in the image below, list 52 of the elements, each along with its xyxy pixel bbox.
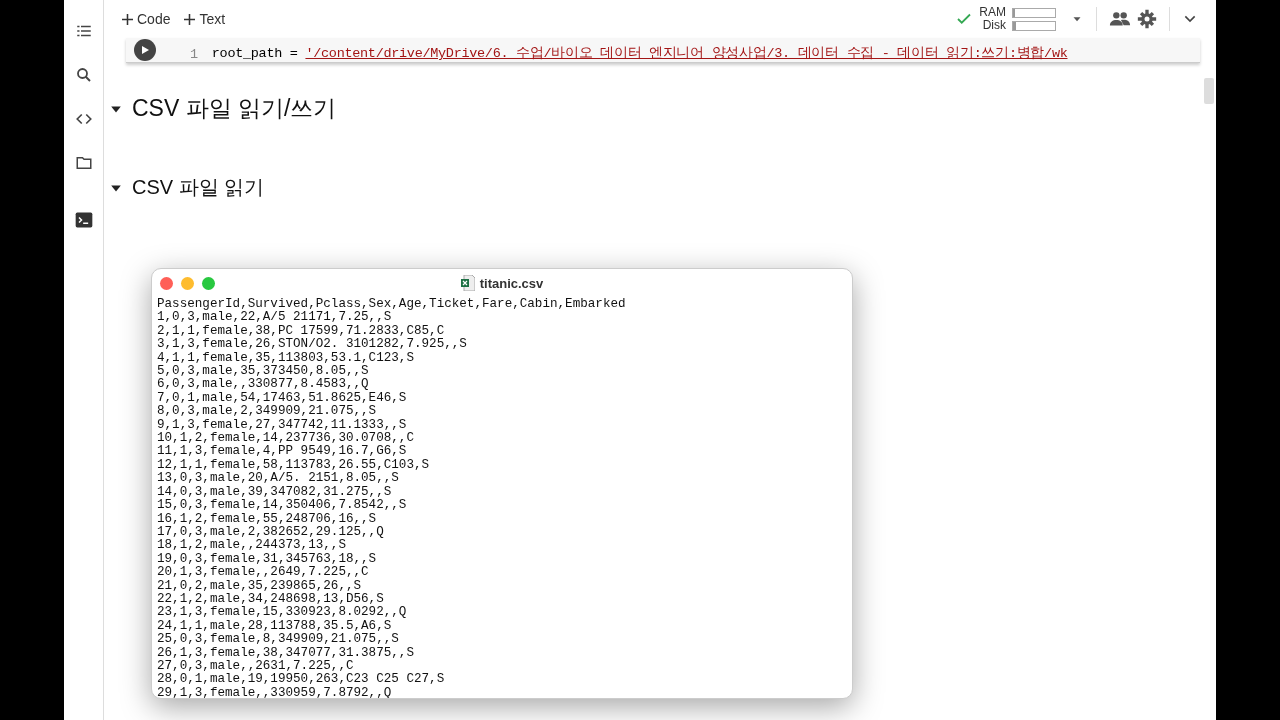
csv-line: 15,0,3,female,14,350406,7.8542,,S [157,499,407,513]
csv-line: PassengerId,Survived,Pclass,Sex,Age,Ticket,Fare,Cabin,Embarked [157,298,626,311]
search-icon[interactable] [74,66,93,84]
plus-icon [184,13,196,25]
csv-line: 3,1,3,female,26,STON/O2. 3101282,7.925,,S [157,338,467,352]
csv-line: 5,0,3,male,35,373450,8.05,,S [157,365,369,379]
csv-line: 10,1,2,female,14,237736,30.0708,,C [157,432,414,446]
csv-line: 9,1,3,female,27,347742,11.1333,,S [157,418,407,432]
usage-meter [1012,20,1056,31]
code-line: root_path = '/content/drive/MyDrive/6. 수업/바이오 데이터 엔지니어 양성사업/3. 데이터 수집 - 데이터 읽기:쓰기:병합/wk [211,45,1068,62]
spreadsheet-file-icon [460,275,475,291]
csv-line: 12,1,1,female,58,113783,26.55,C103,S [157,458,430,472]
csv-line: 22,1,2,male,34,248698,13,D56,S [157,592,384,606]
line-number: 1 [189,47,198,62]
csv-line: 25,0,3,female,8,349909,21.075,,S [157,633,399,647]
resource-label: RAM [979,6,1006,19]
csv-line: 4,1,1,female,35,113803,53.1,C123,S [157,351,414,365]
csv-line: 23,1,3,female,15,330923,8.0292,,Q [157,606,407,620]
csv-line: 2,1,1,female,38,PC 17599,71.2833,C85,C [157,324,445,338]
terminal-icon[interactable] [73,210,94,230]
section-heading: CSV 파일 읽기 [132,175,265,200]
csv-line: 29,1,3,female,,330959,7.8792,,Q [157,686,392,698]
play-icon [140,45,150,55]
usage-meter [1012,7,1056,18]
resource-label: Disk [981,19,1006,32]
csv-line: 27,0,3,male,,2631,7.225,,C [157,659,354,673]
plus-icon [122,13,133,25]
csv-line: 26,1,3,female,38,347077,31.3875,,S [157,646,414,660]
csv-line: 7,0,1,male,54,17463,51.8625,E46,S [157,391,407,405]
section-heading: CSV 파일 읽기/쓰기 [132,94,337,123]
close-button[interactable] [160,276,173,290]
csv-line: 19,0,3,female,31,345763,18,,S [157,552,377,566]
scrollbar-thumb[interactable] [1204,78,1214,104]
window-title: titanic.csv [479,275,544,291]
csv-line: 14,0,3,male,39,347082,31.275,,S [157,485,392,499]
settings-icon[interactable] [1137,9,1157,29]
csv-line: 17,0,3,male,2,382652,29.125,,Q [157,525,384,539]
csv-line: 11,1,3,female,4,PP 9549,16.7,G6,S [157,445,407,459]
csv-line: 20,1,3,female,,2649,7.225,,C [157,566,369,580]
csv-line: 1,0,3,male,22,A/5 21171,7.25,,S [157,311,392,325]
csv-line: 6,0,3,male,,330877,8.4583,,Q [157,378,369,392]
csv-line: 8,0,3,male,2,349909,21.075,,S [157,405,377,419]
run-button[interactable] [134,39,156,61]
add-cell-button[interactable]: Code [116,7,177,31]
csv-line: 21,0,2,male,35,239865,26,,S [157,579,362,593]
add-cell-button[interactable]: Text [178,7,232,31]
csv-line: 18,1,2,male,,244373,13,,S [157,539,346,553]
csv-line: 16,1,2,female,55,248706,16,,S [157,512,377,526]
csv-line: 28,0,1,male,19,19950,263,C23 C25 C27,S [157,673,445,687]
csv-line: 13,0,3,male,20,A/5. 2151,8.05,,S [157,472,399,486]
folder-icon[interactable] [74,154,93,172]
csv-line: 24,1,1,male,28,113788,35.5,A6,S [157,619,392,633]
